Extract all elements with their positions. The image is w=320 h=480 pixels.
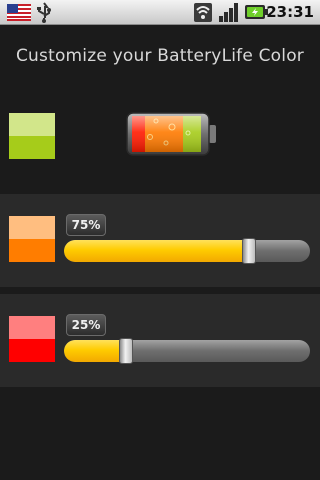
usb-icon — [37, 2, 51, 23]
swatch-dark — [9, 136, 55, 159]
swatch-light — [9, 316, 55, 339]
swatch-light — [9, 216, 55, 239]
color-swatch-red[interactable] — [9, 316, 55, 362]
slider-track[interactable] — [64, 340, 310, 362]
slider-panel-2: 25% — [0, 294, 320, 387]
slider-fill — [64, 340, 126, 362]
slider-panel-1: 75% — [0, 194, 320, 287]
signal-icon — [219, 3, 238, 22]
slider-fill — [64, 240, 249, 262]
preview-color-swatch[interactable] — [9, 113, 55, 159]
status-bar: 23:31 — [0, 0, 320, 25]
color-swatch-orange[interactable] — [9, 216, 55, 262]
battery-preview-icon — [126, 112, 216, 156]
swatch-dark — [9, 239, 55, 262]
percent-badge: 25% — [66, 314, 106, 336]
status-time: 23:31 — [266, 3, 314, 21]
slider-track[interactable] — [64, 240, 310, 262]
wifi-icon — [194, 3, 212, 22]
slider-thumb[interactable] — [119, 338, 133, 364]
battery-charging-icon — [245, 5, 268, 19]
page-title: Customize your BatteryLife Color — [15, 46, 304, 66]
us-flag-icon — [7, 4, 31, 21]
swatch-light — [9, 113, 55, 136]
slider-thumb[interactable] — [242, 238, 256, 264]
swatch-dark — [9, 339, 55, 362]
percent-badge: 75% — [66, 214, 106, 236]
